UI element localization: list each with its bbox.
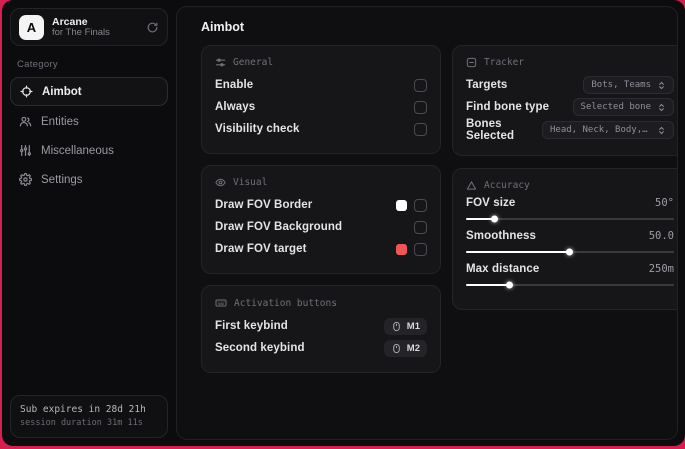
fov-target-checkbox[interactable] bbox=[414, 242, 427, 256]
card-title: Activation buttons bbox=[234, 297, 337, 309]
app-name: Arcane bbox=[52, 15, 88, 28]
setting-row-always: Always bbox=[215, 96, 427, 118]
slider-row-fov-size: FOV size 50° bbox=[466, 197, 674, 223]
slider-row-smoothness: Smoothness 50.0 bbox=[466, 230, 674, 256]
first-keybind-button[interactable]: M1 bbox=[383, 317, 427, 335]
sidebar-item-label: Aimbot bbox=[42, 85, 82, 98]
fov-border-color-swatch[interactable] bbox=[396, 199, 407, 211]
setting-row-enable: Enable bbox=[215, 74, 427, 96]
gear-icon bbox=[19, 173, 32, 186]
sidebar-item-aimbot[interactable]: Aimbot bbox=[10, 77, 168, 106]
fov-size-slider[interactable] bbox=[466, 215, 674, 223]
card-activation-buttons: Activation buttons First keybind M1 Seco… bbox=[201, 285, 441, 373]
fov-background-checkbox[interactable] bbox=[414, 220, 427, 234]
sidebar-item-settings[interactable]: Settings bbox=[10, 166, 168, 193]
sliders-icon bbox=[19, 144, 32, 157]
setting-row-targets: Targets Bots, Teams bbox=[466, 74, 674, 96]
second-keybind-button[interactable]: M2 bbox=[383, 339, 427, 357]
sidebar-item-entities[interactable]: Entities bbox=[10, 108, 168, 135]
card-title: General bbox=[233, 57, 274, 68]
setting-row-bones-selected: Bones Selected Head, Neck, Body, Pe... bbox=[466, 118, 674, 142]
subscription-info: Sub expires in 28d 21h session duration … bbox=[10, 395, 168, 438]
setting-row-fov-background: Draw FOV Background bbox=[215, 216, 427, 238]
setting-row-second-keybind: Second keybind M2 bbox=[215, 337, 427, 359]
category-label: Category bbox=[17, 59, 58, 70]
max-distance-value: 250m bbox=[648, 263, 674, 275]
targets-dropdown[interactable]: Bots, Teams bbox=[583, 76, 674, 94]
sync-icon[interactable] bbox=[146, 21, 159, 34]
general-sliders-icon bbox=[215, 57, 226, 68]
keyboard-icon bbox=[215, 297, 227, 309]
bones-selected-dropdown[interactable]: Head, Neck, Body, Pe... bbox=[542, 121, 674, 139]
card-title: Accuracy bbox=[484, 180, 530, 191]
unfold-icon bbox=[657, 103, 666, 112]
mouse-icon bbox=[391, 343, 402, 354]
slider-knob[interactable] bbox=[566, 248, 573, 256]
mouse-icon bbox=[391, 321, 402, 332]
setting-row-fov-target: Draw FOV target bbox=[215, 238, 427, 260]
unfold-icon bbox=[657, 81, 666, 90]
page-title: Aimbot bbox=[201, 20, 245, 34]
setting-row-fov-border: Draw FOV Border bbox=[215, 194, 427, 216]
smoothness-value: 50.0 bbox=[648, 230, 674, 242]
slider-row-max-distance: Max distance 250m bbox=[466, 263, 674, 289]
card-title: Tracker bbox=[484, 57, 525, 68]
users-icon bbox=[19, 115, 32, 128]
slider-knob[interactable] bbox=[491, 215, 499, 223]
scan-box-icon bbox=[466, 57, 477, 68]
fov-border-checkbox[interactable] bbox=[414, 198, 427, 212]
max-distance-slider[interactable] bbox=[466, 281, 674, 289]
main-panel: Aimbot General Enable Always Visibility … bbox=[176, 6, 678, 440]
card-general: General Enable Always Visibility check bbox=[201, 45, 441, 154]
crosshair-icon bbox=[20, 85, 33, 98]
eye-icon bbox=[215, 177, 226, 188]
card-visual: Visual Draw FOV Border Draw FOV Backgrou… bbox=[201, 165, 441, 274]
card-title: Visual bbox=[233, 177, 268, 188]
card-tracker: Tracker Targets Bots, Teams Find bone ty… bbox=[452, 45, 677, 156]
sidebar-item-label: Settings bbox=[41, 173, 83, 186]
sidebar-item-label: Entities bbox=[41, 115, 79, 128]
card-accuracy: Accuracy FOV size 50° Smoothness 50.0 Ma… bbox=[452, 168, 677, 310]
sub-expires-text: Sub expires in 28d 21h bbox=[20, 404, 146, 415]
slider-knob[interactable] bbox=[505, 281, 513, 289]
fov-size-value: 50° bbox=[655, 197, 674, 209]
brand-card: A Arcane for The Finals bbox=[10, 8, 168, 46]
enable-checkbox[interactable] bbox=[414, 78, 427, 92]
app-logo: A bbox=[19, 14, 44, 40]
setting-row-first-keybind: First keybind M1 bbox=[215, 315, 427, 337]
sidebar: A Arcane for The Finals Category Aimbot bbox=[2, 0, 176, 446]
app-window: A Arcane for The Finals Category Aimbot bbox=[2, 0, 685, 446]
unfold-icon bbox=[657, 126, 666, 135]
find-bone-type-dropdown[interactable]: Selected bone bbox=[572, 98, 674, 116]
sidebar-item-miscellaneous[interactable]: Miscellaneous bbox=[10, 137, 168, 164]
smoothness-slider[interactable] bbox=[466, 248, 674, 256]
app-subtitle: for The Finals bbox=[52, 26, 110, 38]
visibility-check-checkbox[interactable] bbox=[414, 122, 427, 136]
setting-row-find-bone-type: Find bone type Selected bone bbox=[466, 96, 674, 118]
sidebar-item-label: Miscellaneous bbox=[41, 144, 114, 157]
always-checkbox[interactable] bbox=[414, 100, 427, 114]
setting-row-visibility-check: Visibility check bbox=[215, 118, 427, 140]
triangle-icon bbox=[466, 180, 477, 191]
fov-target-color-swatch[interactable] bbox=[396, 243, 407, 255]
session-duration-text: session duration 31m 11s bbox=[20, 418, 143, 429]
